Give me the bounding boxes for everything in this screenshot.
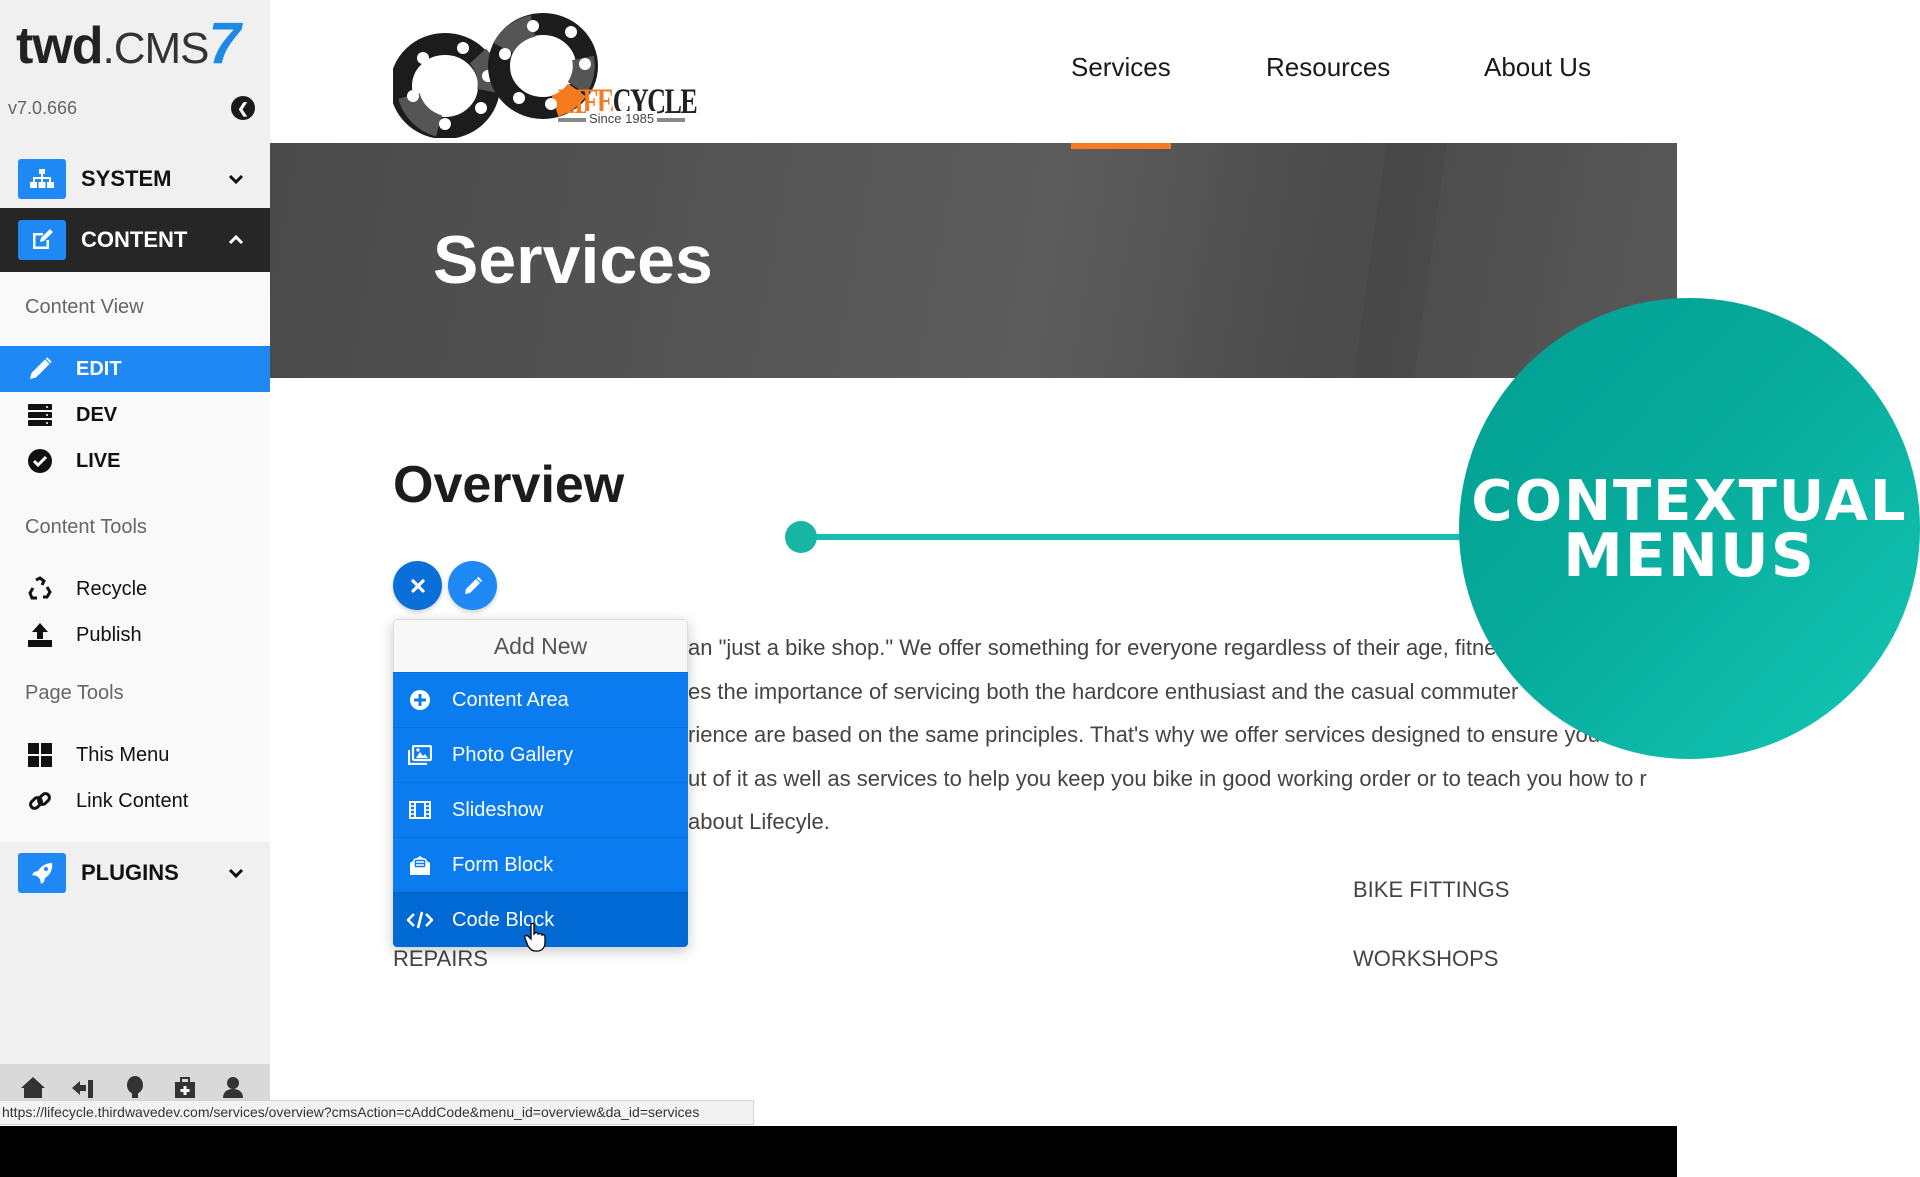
plus-circle-icon	[407, 689, 433, 711]
sidebar-section-label: CONTENT	[81, 227, 188, 252]
menu-item-photo-gallery[interactable]: Photo Gallery	[393, 727, 688, 782]
callout-connector-dot	[785, 521, 817, 553]
content-tools-heading: Content Tools	[25, 516, 147, 538]
sign-in-icon[interactable]	[70, 1076, 96, 1100]
hero-banner: Services	[270, 143, 1677, 378]
nav-resources[interactable]: Resources	[1266, 52, 1390, 83]
recycle-icon	[26, 575, 54, 603]
menu-item-label: Form Block	[452, 853, 554, 876]
menu-item-label: Content Area	[452, 688, 569, 711]
cms-logo: twd.CMS7	[16, 11, 241, 79]
close-icon	[410, 578, 425, 593]
medkit-icon[interactable]	[172, 1076, 198, 1100]
pencil-icon	[26, 355, 54, 383]
sidebar-filler	[0, 904, 270, 1064]
add-new-menu-title: Add New	[393, 619, 688, 672]
edit-square-icon	[18, 220, 66, 260]
hero-title: Services	[433, 222, 713, 298]
code-icon	[407, 909, 433, 931]
sidebar-header: twd.CMS7 v7.0.666 ❮	[0, 0, 270, 150]
sidebar-item-live[interactable]: LIVE	[0, 438, 270, 484]
cms-sidebar: twd.CMS7 v7.0.666 ❮ SYSTEM CONTENT Conte…	[0, 0, 270, 1100]
page-tools-heading: Page Tools	[25, 682, 124, 704]
menu-item-content-area[interactable]: Content Area	[393, 672, 688, 727]
callout-connector-line	[800, 534, 1480, 540]
sidebar-item-label: This Menu	[76, 743, 170, 766]
pencil-icon	[464, 576, 482, 594]
edit-content-button[interactable]	[448, 561, 497, 610]
rocket-icon	[18, 853, 66, 893]
screen: twd.CMS7 v7.0.666 ❮ SYSTEM CONTENT Conte…	[0, 0, 1920, 1177]
menu-item-slideshow[interactable]: Slideshow	[393, 782, 688, 837]
nav-services[interactable]: Services	[1071, 52, 1171, 83]
link-icon	[26, 787, 54, 815]
letterbox-bar	[0, 1126, 1677, 1177]
menu-item-form-block[interactable]: Form Block	[393, 837, 688, 892]
sidebar-item-publish[interactable]: Publish	[0, 612, 270, 658]
sidebar-item-link-content[interactable]: Link Content	[0, 778, 270, 824]
logo-light-text: .CMS	[102, 24, 210, 73]
menu-item-label: Photo Gallery	[452, 743, 574, 766]
sidebar-item-dev[interactable]: DEV	[0, 392, 270, 438]
brand-tagline: Since 1985	[586, 111, 658, 126]
close-editor-button[interactable]	[393, 561, 442, 610]
grid-icon	[26, 741, 54, 769]
sidebar-item-label: Link Content	[76, 789, 189, 812]
sidebar-item-label: DEV	[76, 403, 118, 426]
service-item-bike-fittings[interactable]: BIKE FITTINGS	[1353, 877, 1509, 903]
chevron-down-icon	[228, 169, 244, 190]
film-icon	[407, 799, 433, 821]
section-title: Overview	[393, 456, 625, 514]
server-icon	[26, 401, 54, 429]
nav-active-indicator	[1071, 143, 1171, 149]
chevron-circle-left-icon: ❮	[237, 100, 249, 116]
logo-number: 7	[208, 11, 241, 76]
sidebar-item-label: Publish	[76, 623, 142, 646]
logo-bold-text: twd	[16, 17, 104, 75]
nav-about-us[interactable]: About Us	[1484, 52, 1591, 83]
sidebar-item-label: LIVE	[76, 449, 121, 472]
lifecycle-logo[interactable]: LIFECYCLE Since 1985	[390, 8, 698, 139]
images-icon	[407, 744, 433, 766]
sidebar-section-plugins[interactable]: PLUGINS	[0, 842, 270, 904]
chevron-up-icon	[228, 230, 244, 251]
sidebar-item-label: Recycle	[76, 577, 148, 600]
chevron-down-icon	[228, 863, 244, 884]
sidebar-section-content[interactable]: CONTENT	[0, 208, 270, 272]
add-new-context-menu: Add New Content Area Photo Gallery Slide…	[393, 619, 688, 947]
sidebar-item-edit[interactable]: EDIT	[0, 346, 270, 392]
envelope-open-icon	[407, 854, 433, 876]
content-view-heading: Content View	[25, 296, 144, 318]
sidebar-item-this-menu[interactable]: This Menu	[0, 732, 270, 778]
sitemap-icon	[18, 159, 66, 199]
contextual-menus-callout: CONTEXTUAL MENUS	[1459, 298, 1920, 759]
sidebar-item-label: EDIT	[76, 357, 122, 380]
collapse-sidebar-button[interactable]: ❮	[231, 96, 255, 120]
menu-item-label: Slideshow	[452, 798, 544, 821]
service-item-workshops[interactable]: WORKSHOPS	[1353, 946, 1498, 972]
user-icon[interactable]	[220, 1076, 246, 1100]
cms-version: v7.0.666	[8, 98, 78, 118]
upload-icon	[26, 621, 54, 649]
callout-line-2: MENUS	[1563, 520, 1816, 591]
lightbulb-icon[interactable]	[122, 1076, 148, 1100]
hand-pointer-cursor	[524, 922, 546, 957]
home-icon[interactable]	[20, 1076, 46, 1100]
browser-status-bar-url: https://lifecycle.thirdwavedev.com/servi…	[0, 1100, 754, 1125]
sidebar-section-label: SYSTEM	[81, 166, 172, 191]
sidebar-section-label: PLUGINS	[81, 860, 179, 885]
sidebar-section-system[interactable]: SYSTEM	[0, 150, 270, 208]
check-circle-icon	[26, 447, 54, 475]
sidebar-item-recycle[interactable]: Recycle	[0, 566, 270, 612]
sidebar-footer	[0, 1064, 270, 1100]
service-item-repairs[interactable]: REPAIRS	[393, 946, 488, 972]
